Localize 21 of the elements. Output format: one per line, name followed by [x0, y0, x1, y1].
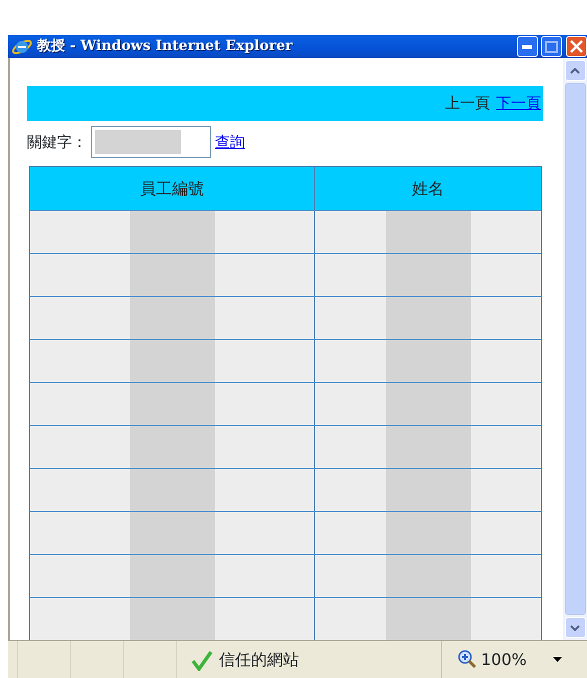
minimize-button[interactable] — [516, 36, 538, 57]
previous-page-text: 上一頁 — [445, 93, 490, 114]
maximize-button[interactable] — [541, 36, 562, 57]
zoom-icon — [458, 650, 477, 669]
scroll-down-button[interactable] — [564, 617, 586, 638]
minimize-icon — [522, 44, 532, 48]
checkmark-icon — [191, 648, 213, 670]
close-button[interactable] — [566, 36, 587, 57]
column-header: 姓名 — [411, 178, 445, 200]
search-link[interactable]: 查詢 — [215, 130, 245, 154]
next-page-link[interactable]: 下一頁 — [496, 92, 541, 115]
dropdown-caret-icon[interactable] — [553, 657, 562, 662]
keyword-label: 關鍵字： — [27, 132, 87, 153]
close-icon — [570, 40, 583, 53]
security-zone-text: 信任的網站 — [219, 648, 299, 670]
zoom-level-text: 100% — [481, 648, 527, 670]
maximize-icon — [545, 40, 558, 52]
scrollbar-thumb[interactable] — [564, 83, 586, 615]
window-title: 教授 - Windows Internet Explorer — [37, 37, 292, 56]
scroll-up-button[interactable] — [564, 60, 586, 81]
keyword-field[interactable] — [91, 126, 211, 158]
